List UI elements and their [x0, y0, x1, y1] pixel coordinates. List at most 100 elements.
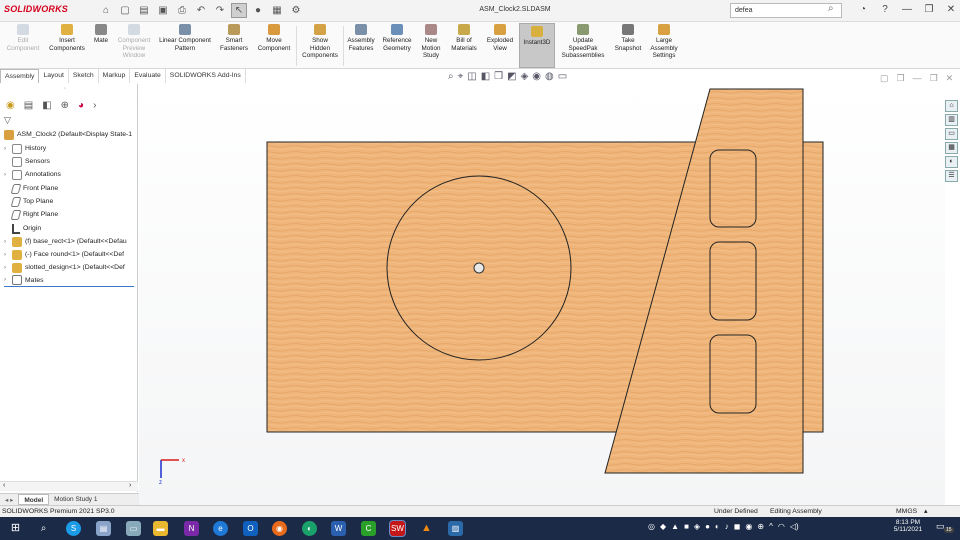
warning-icon[interactable]: ▲ — [671, 522, 679, 531]
zoom-area-icon[interactable]: ⌖ — [458, 71, 464, 82]
viewport-close-icon[interactable]: ✕ — [946, 73, 954, 84]
vlc-icon[interactable]: ▲ — [419, 521, 434, 536]
view-palette-icon[interactable]: ▦ — [945, 142, 958, 154]
model-view[interactable]: x z — [139, 84, 945, 505]
tab-assembly[interactable]: Assembly — [0, 69, 40, 83]
view-settings-icon[interactable]: ▭ — [558, 71, 567, 82]
component-preview-window-button[interactable]: Component Preview Window — [113, 24, 155, 60]
scroll-right-icon[interactable]: › — [129, 482, 131, 489]
tree-root[interactable]: ASM_Clock2 (Default<Display State-1 — [4, 128, 132, 141]
viewport-maximize-icon[interactable]: ❐ — [930, 73, 938, 84]
tab-motion-study-1[interactable]: Motion Study 1 — [49, 494, 102, 505]
restore-button[interactable]: ❐ — [921, 2, 937, 18]
volume-icon[interactable]: ◁) — [790, 522, 799, 531]
design-library-icon[interactable]: ▥ — [945, 114, 958, 126]
expand-arrow-icon[interactable]: › — [4, 172, 12, 178]
select-cursor-icon[interactable]: ↖ — [231, 3, 247, 18]
update-speedpak-button[interactable]: Update SpeedPak Subassemblies — [558, 24, 608, 60]
tree-item-face-round[interactable]: › (-) Face round<1> (Default<<Def — [4, 248, 124, 261]
tray-app-icon[interactable]: ◐ — [715, 522, 720, 531]
edge-icon[interactable]: ◐ — [302, 521, 317, 536]
tree-item-front-plane[interactable]: Front Plane — [4, 182, 58, 195]
zoom-to-fit-icon[interactable]: ⌕ — [448, 71, 454, 82]
tree-item-right-plane[interactable]: Right Plane — [4, 208, 58, 221]
expand-arrow-icon[interactable]: › — [4, 239, 12, 245]
undo-icon[interactable]: ↶ — [193, 3, 209, 18]
instant3d-button[interactable]: Instant3D — [519, 23, 555, 68]
dimxpert-tab-icon[interactable]: ⊕ — [61, 100, 69, 111]
apply-scene-icon[interactable]: ◍ — [545, 71, 554, 82]
redo-icon[interactable]: ↷ — [212, 3, 228, 18]
outlook-icon[interactable]: O — [243, 521, 258, 536]
tray-app-icon[interactable]: ◉ — [745, 522, 752, 531]
show-hidden-components-button[interactable]: Show Hidden Components — [298, 24, 342, 60]
tab-markup[interactable]: Markup — [99, 69, 131, 83]
search-input[interactable]: defea — [730, 3, 842, 18]
tree-item-origin[interactable]: Origin — [4, 222, 41, 235]
edit-appearance-icon[interactable]: ◉ — [532, 71, 541, 82]
solidworks-taskbar-icon[interactable]: SW — [389, 520, 406, 537]
search-icon[interactable]: ⌕ — [828, 3, 834, 14]
help-icon[interactable]: ? — [877, 2, 893, 18]
expand-arrow-icon[interactable]: › — [4, 277, 12, 283]
solidworks-resources-icon[interactable]: ⌂ — [945, 100, 958, 112]
photos-icon[interactable]: ▨ — [448, 521, 463, 536]
print-icon[interactable]: ⎙ — [174, 3, 190, 18]
expand-arrow-icon[interactable]: › — [4, 146, 12, 152]
expand-arrow-icon[interactable]: › — [4, 265, 12, 271]
filter-funnel-icon[interactable]: ▽ — [4, 115, 11, 126]
tree-item-annotations[interactable]: › Annotations — [4, 168, 61, 181]
tab-sketch[interactable]: Sketch — [69, 69, 99, 83]
feature-manager-tab-icon[interactable]: ◉ — [6, 100, 15, 111]
tray-app-icon[interactable]: ♪ — [725, 522, 729, 531]
tray-app-icon[interactable]: ● — [705, 522, 710, 531]
show-hidden-icons-icon[interactable]: ^ — [769, 522, 773, 531]
clock[interactable]: 8:13 PM 5/11/2021 — [890, 519, 926, 533]
skype-icon[interactable]: S — [66, 521, 81, 536]
bill-of-materials-button[interactable]: Bill of Materials — [447, 24, 481, 52]
tree-item-history[interactable]: › History — [4, 142, 46, 155]
solidworks-logo[interactable]: SOLIDWORKS — [4, 4, 68, 14]
tab-nav-arrows-icon[interactable]: ◂ ▸ — [0, 494, 18, 505]
mate-button[interactable]: Mate — [90, 24, 112, 45]
base-rect-edge[interactable] — [802, 141, 824, 433]
tree-item-slotted-design[interactable]: › slotted_design<1> (Default<<Def — [4, 261, 125, 274]
file-explorer-taskbar-icon[interactable]: ▬ — [153, 521, 168, 536]
viewport-tile-icon[interactable]: ▢ — [880, 73, 889, 84]
exploded-view-button[interactable]: Exploded View — [482, 24, 518, 52]
tab-layout[interactable]: Layout — [39, 69, 69, 83]
configuration-manager-tab-icon[interactable]: ◧ — [42, 100, 51, 111]
linear-component-pattern-button[interactable]: Linear Component Pattern — [155, 24, 215, 52]
viewport-restore-icon[interactable]: ❐ — [897, 73, 905, 84]
assembly-features-button[interactable]: Assembly Features — [344, 24, 378, 52]
center-hole[interactable] — [473, 262, 485, 274]
tree-item-mates[interactable]: › Mates — [4, 274, 134, 287]
network-globe-icon[interactable]: ◎ — [648, 522, 655, 531]
word-icon[interactable]: W — [331, 521, 346, 536]
user-account-icon[interactable]: ◔ — [855, 2, 871, 18]
firefox-icon[interactable]: ◉ — [272, 521, 287, 536]
open-folder-icon[interactable]: ▤ — [136, 3, 152, 18]
tab-evaluate[interactable]: Evaluate — [130, 69, 166, 83]
large-assembly-settings-button[interactable]: Large Assembly Settings — [646, 24, 682, 60]
property-manager-tab-icon[interactable]: ▤ — [24, 100, 33, 111]
section-view-icon[interactable]: ◧ — [481, 71, 490, 82]
graphics-area[interactable]: x z — [139, 84, 945, 505]
scroll-left-icon[interactable]: ‹ — [3, 482, 5, 489]
file-explorer-icon[interactable]: ▭ — [945, 128, 958, 140]
new-motion-study-button[interactable]: New Motion Study — [416, 24, 446, 60]
display-manager-tab-icon[interactable]: ◕ — [78, 100, 84, 111]
onenote-icon[interactable]: N — [184, 521, 199, 536]
minimize-button[interactable]: — — [899, 2, 915, 18]
custom-properties-icon[interactable]: ☰ — [945, 170, 958, 182]
camtasia-icon[interactable]: C — [361, 521, 376, 536]
tab-model[interactable]: Model — [18, 494, 50, 505]
panel-tabs-more-icon[interactable]: › — [93, 100, 96, 111]
tray-app-icon[interactable]: ■ — [684, 522, 689, 531]
reference-geometry-button[interactable]: Reference Geometry — [379, 24, 415, 52]
previous-view-icon[interactable]: ◫ — [467, 71, 476, 82]
options-gear-icon[interactable]: ⚙ — [288, 3, 304, 18]
tree-item-base-rect[interactable]: › (f) base_rect<1> (Default<<Defau — [4, 235, 127, 248]
display-style-icon[interactable]: ◩ — [507, 71, 516, 82]
tab-solidworks-add-ins[interactable]: SOLIDWORKS Add-Ins — [166, 69, 246, 83]
